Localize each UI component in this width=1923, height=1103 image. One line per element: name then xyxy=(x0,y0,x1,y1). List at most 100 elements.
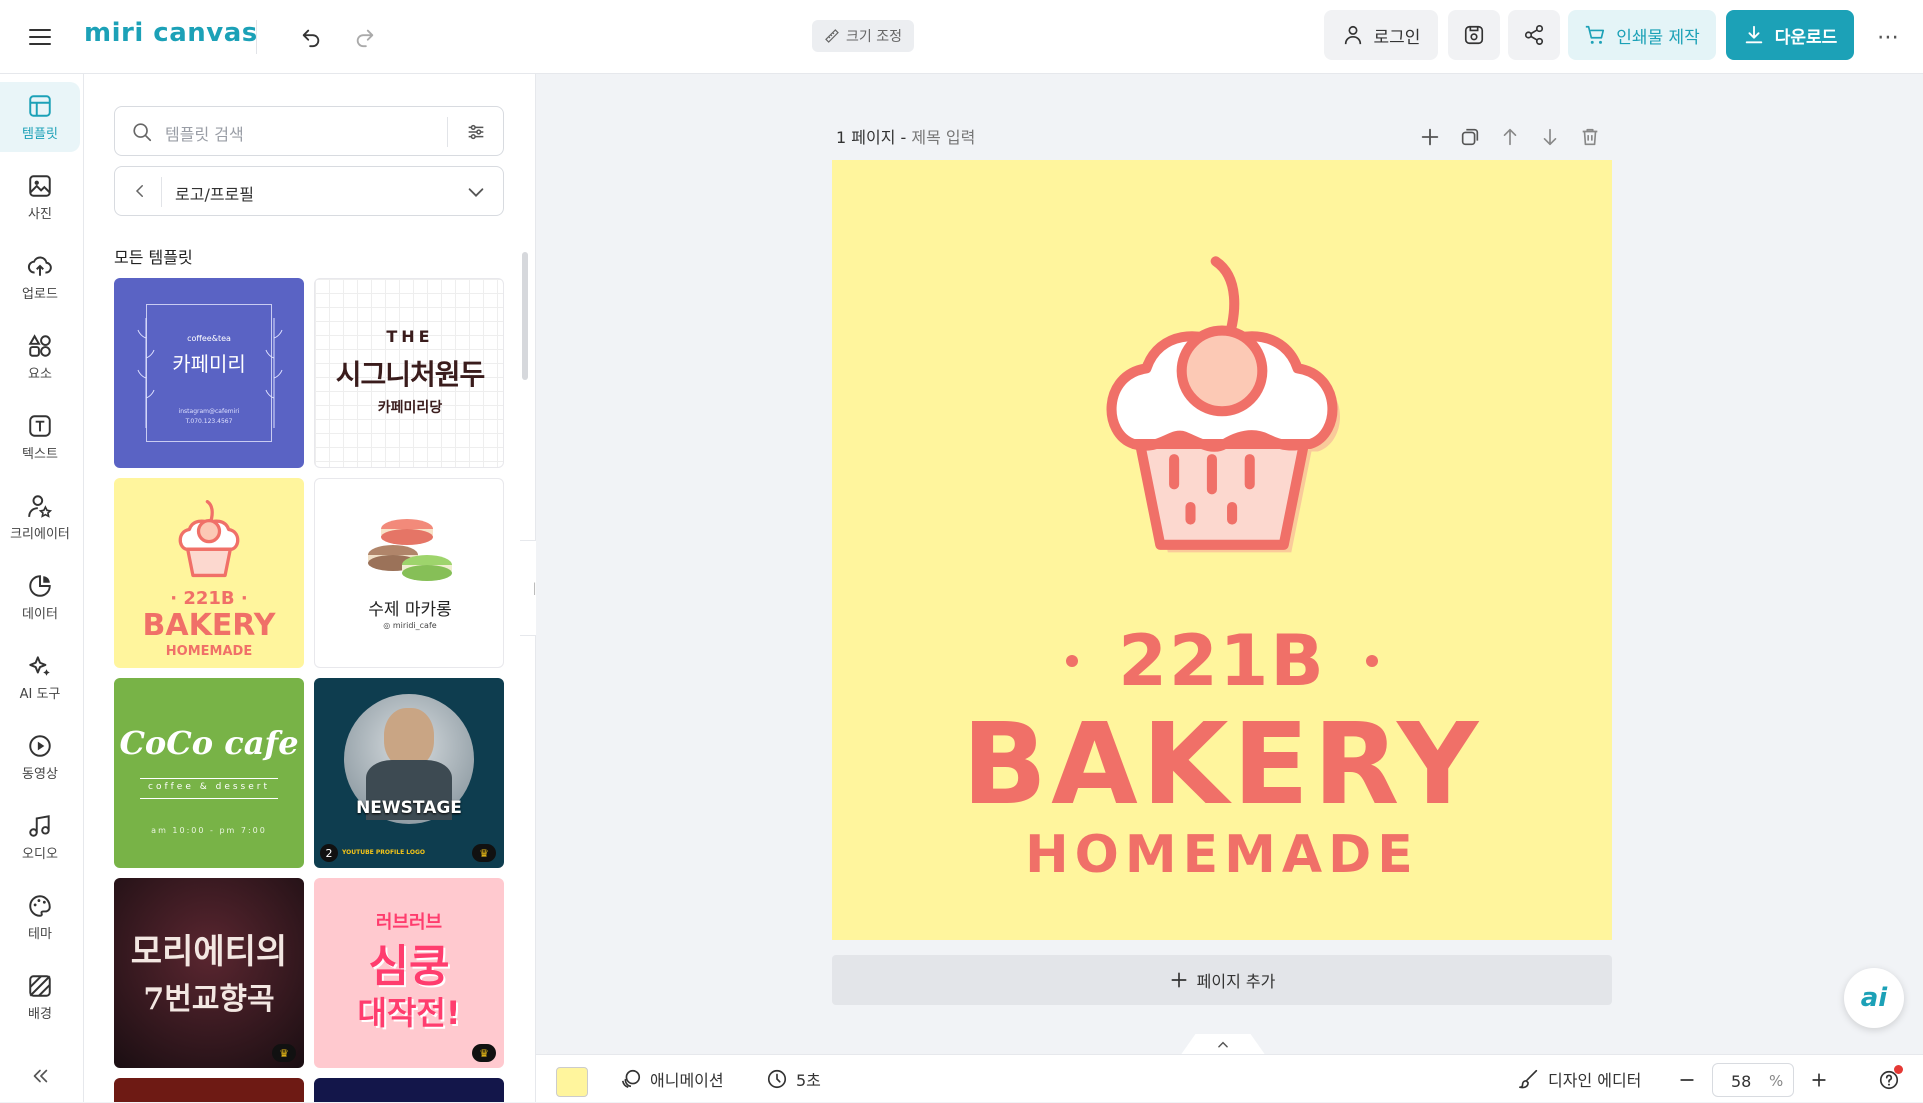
animation-button[interactable]: 애니메이션 xyxy=(620,1055,724,1103)
download-label: 다운로드 xyxy=(1774,27,1838,48)
login-label: 로그인 xyxy=(1373,27,1421,48)
sidebar-item-elements[interactable]: 요소 xyxy=(0,322,80,392)
template-text: 수제 마카롱 xyxy=(368,600,452,620)
collapse-panel-icon[interactable] xyxy=(26,1062,54,1090)
share-button[interactable] xyxy=(1508,10,1560,60)
redo-icon[interactable] xyxy=(348,20,382,54)
macaron-image xyxy=(368,519,452,581)
template-card[interactable]: CoCo cafe coffee & dessert am 10:00 - pm… xyxy=(114,678,304,868)
sidebar-item-label: 템플릿 xyxy=(22,126,58,142)
move-page-down-icon[interactable] xyxy=(1536,123,1564,151)
duration-button[interactable]: 5초 xyxy=(766,1055,821,1103)
page-separator: - xyxy=(895,128,912,147)
template-card[interactable]: 모리에티의 7번교향곡 ♛ xyxy=(114,878,304,1068)
sidebar-item-template[interactable]: 템플릿 xyxy=(0,82,80,152)
design-text-homemade[interactable]: HOMEMADE xyxy=(832,825,1612,885)
cupcake-icon xyxy=(178,500,240,578)
duplicate-page-icon[interactable] xyxy=(1456,123,1484,151)
add-page-label: 페이지 추가 xyxy=(1196,972,1276,991)
move-page-up-icon[interactable] xyxy=(1496,123,1524,151)
sidebar-item-text[interactable]: 텍스트 xyxy=(0,402,80,472)
sidebar-item-theme[interactable]: 테마 xyxy=(0,882,80,952)
chevron-left-icon[interactable] xyxy=(131,182,149,200)
upload-icon xyxy=(27,256,52,276)
template-text: NEWSTAGE xyxy=(356,798,462,818)
search-input[interactable]: 템플릿 검색 xyxy=(114,106,504,156)
sidebar-item-label: 텍스트 xyxy=(22,446,58,462)
add-page-button[interactable]: 페이지 추가 xyxy=(832,955,1612,1005)
template-text: coffee & dessert xyxy=(148,782,270,792)
cupcake-illustration[interactable] xyxy=(1096,255,1348,570)
undo-icon[interactable] xyxy=(294,20,328,54)
download-button[interactable]: 다운로드 xyxy=(1726,10,1854,60)
template-text: CoCo cafe xyxy=(119,724,299,762)
sidebar-item-ai-tools[interactable]: AI 도구 xyxy=(0,642,80,712)
bottom-bar: 애니메이션 5초 디자인 에디터 58 % xyxy=(536,1054,1923,1102)
chevron-down-icon[interactable] xyxy=(465,181,487,203)
portrait-head xyxy=(384,708,434,768)
add-page-icon[interactable] xyxy=(1416,123,1444,151)
template-text: BAKERY xyxy=(142,608,276,643)
resize-button[interactable]: 크기 조정 xyxy=(812,20,914,52)
template-card[interactable]: 러브러브 심쿵 대작전! ♛ xyxy=(314,878,504,1068)
design-title-line1[interactable]: 221B xyxy=(832,616,1612,706)
text-icon xyxy=(29,414,51,437)
template-text: 대작전! xyxy=(357,994,461,1032)
template-card[interactable]: THE 시그니처원두 카페미리당 xyxy=(314,278,504,468)
template-card[interactable] xyxy=(114,1078,304,1102)
zoom-in-icon[interactable] xyxy=(1806,1067,1832,1093)
sidebar-item-data[interactable]: 데이터 xyxy=(0,562,80,632)
sidebar-item-video[interactable]: 동영상 xyxy=(0,722,80,792)
resize-label: 크기 조정 xyxy=(846,29,902,45)
sidebar-item-audio[interactable]: 오디오 xyxy=(0,802,80,872)
design-text-221b[interactable]: 221B xyxy=(1118,620,1325,702)
page-title-input[interactable]: 제목 입력 xyxy=(911,128,975,147)
filter-icon[interactable] xyxy=(465,121,487,143)
help-icon[interactable] xyxy=(1876,1065,1903,1093)
save-button[interactable] xyxy=(1448,10,1500,60)
sidebar-item-upload[interactable]: 업로드 xyxy=(0,242,80,312)
ai-assistant-button[interactable]: ai xyxy=(1844,968,1904,1028)
sidebar-item-photo[interactable]: 사진 xyxy=(0,162,80,232)
template-icon xyxy=(29,94,51,117)
premium-crown-icon: ♛ xyxy=(472,1044,496,1062)
menu-icon[interactable] xyxy=(22,20,58,54)
design-canvas[interactable]: 221B BAKERY HOMEMADE xyxy=(832,160,1612,940)
design-editor-label: 디자인 에디터 xyxy=(1548,1071,1642,1090)
leaf-decoration xyxy=(265,318,283,428)
ruler-icon xyxy=(825,29,839,43)
zoom-out-icon[interactable] xyxy=(1674,1067,1700,1093)
design-editor-button[interactable]: 디자인 에디터 xyxy=(1518,1055,1641,1103)
zoom-value: 58 xyxy=(1731,1072,1752,1091)
login-button[interactable]: 로그인 xyxy=(1324,10,1438,60)
data-icon xyxy=(29,574,51,597)
template-text: HOMEMADE xyxy=(165,644,253,659)
template-card[interactable]: 수제 마카롱 ◎ miridi_cafe xyxy=(314,478,504,668)
photo-icon xyxy=(29,174,51,197)
premium-crown-icon: ♛ xyxy=(272,1044,296,1062)
template-card[interactable]: · 221B · BAKERY HOMEMADE xyxy=(114,478,304,668)
template-text: miridi_cafe xyxy=(392,621,437,630)
zoom-unit: % xyxy=(1769,1072,1784,1090)
category-select[interactable]: 로고/프로필 xyxy=(114,166,504,216)
more-icon[interactable]: ⋯ xyxy=(1870,20,1906,54)
print-order-button[interactable]: 인쇄물 제작 xyxy=(1568,10,1716,60)
template-card[interactable]: NEWSTAGE 2 YOUTUBE PROFILE LOGO ♛ xyxy=(314,678,504,868)
sidebar-item-creator[interactable]: 크리에이터 xyxy=(0,482,80,552)
design-text-bakery[interactable]: BAKERY xyxy=(832,700,1612,830)
background-color-swatch[interactable] xyxy=(556,1067,588,1097)
template-text: am 10:00 - pm 7:00 xyxy=(151,826,267,835)
user-icon xyxy=(1344,25,1361,45)
save-icon xyxy=(1464,25,1484,45)
sidebar-item-label: 테마 xyxy=(28,926,52,942)
sidebar-item-label: 오디오 xyxy=(22,846,58,862)
sidebar-item-background[interactable]: 배경 xyxy=(0,962,80,1032)
template-text: THE xyxy=(386,327,434,346)
app-logo[interactable]: miri canvas xyxy=(84,18,258,48)
template-card[interactable] xyxy=(314,1078,504,1102)
search-icon xyxy=(133,123,152,142)
delete-page-icon[interactable] xyxy=(1576,123,1604,151)
panel-scrollbar[interactable] xyxy=(522,252,528,380)
zoom-input[interactable]: 58 % xyxy=(1712,1063,1794,1097)
template-card[interactable]: coffee&tea 카페미리 instagram@cafemiri T.070… xyxy=(114,278,304,468)
